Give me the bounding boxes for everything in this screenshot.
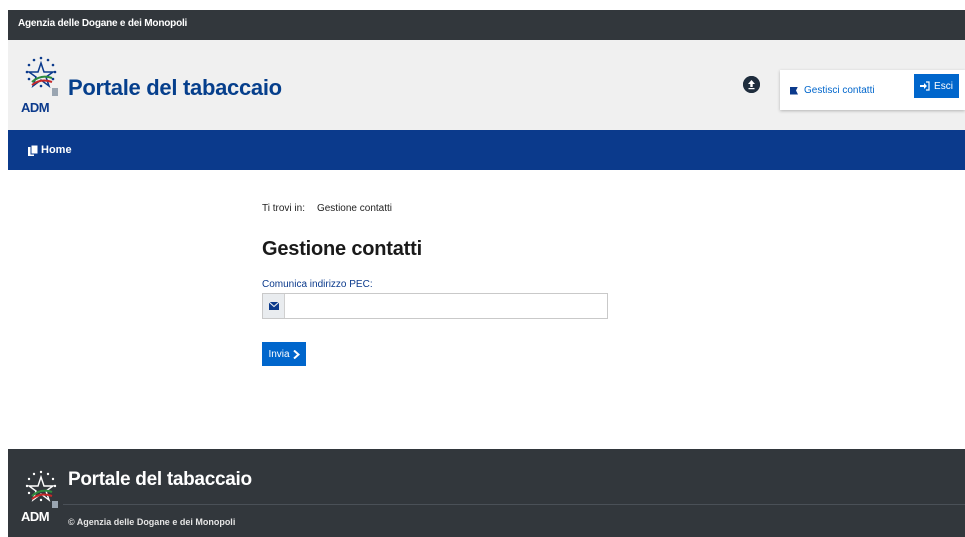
footer-copyright: © Agenzia delle Dogane e dei Monopoli (68, 517, 236, 527)
copy-icon (28, 144, 38, 156)
pec-email-field[interactable] (285, 294, 607, 318)
manage-contacts-label: Gestisci contatti (804, 85, 875, 96)
flag-icon (790, 86, 798, 95)
exit-label: Esci (934, 80, 953, 92)
footer-adm-logo: ADM (20, 469, 62, 525)
footer: ADM Portale del tabaccaio © Agenzia dell… (8, 449, 965, 537)
top-bar: Agenzia delle Dogane e dei Monopoli (8, 10, 965, 40)
adm-logo-icon (25, 56, 58, 96)
nav-item-home[interactable]: Home (28, 144, 72, 156)
logo-text: ADM (21, 100, 50, 115)
breadcrumb: Ti trovi in: Gestione contatti (262, 203, 392, 214)
footer-title: Portale del tabaccaio (68, 469, 252, 490)
submit-button[interactable]: Invia (262, 342, 306, 366)
envelope-icon (263, 294, 285, 318)
sign-in-icon (920, 81, 930, 91)
footer-divider (63, 504, 965, 505)
portal-title[interactable]: Portale del tabaccaio (68, 75, 282, 101)
page: Agenzia delle Dogane e dei Monopoli ADM … (0, 0, 965, 537)
pec-input-group (262, 293, 608, 319)
header: ADM Portale del tabaccaio Gestisci conta… (8, 40, 965, 130)
submit-label: Invia (268, 348, 290, 360)
upload-circle-icon[interactable] (743, 76, 760, 93)
adm-logo[interactable]: ADM (20, 54, 62, 116)
agency-name: Agenzia delle Dogane e dei Monopoli (18, 18, 188, 29)
chevron-right-icon (292, 349, 300, 359)
main-nav: Home (8, 130, 965, 170)
breadcrumb-prefix: Ti trovi in: (262, 203, 305, 214)
exit-button[interactable]: Esci (914, 74, 959, 98)
manage-contacts-link[interactable]: Gestisci contatti (790, 85, 875, 96)
page-title: Gestione contatti (262, 238, 422, 260)
pec-label: Comunica indirizzo PEC: (262, 279, 373, 290)
breadcrumb-current: Gestione contatti (316, 203, 393, 214)
upload-arrow-icon (743, 76, 760, 93)
footer-logo-icon (25, 470, 58, 508)
footer-logo-text: ADM (21, 509, 50, 524)
nav-home-label: Home (41, 144, 72, 156)
